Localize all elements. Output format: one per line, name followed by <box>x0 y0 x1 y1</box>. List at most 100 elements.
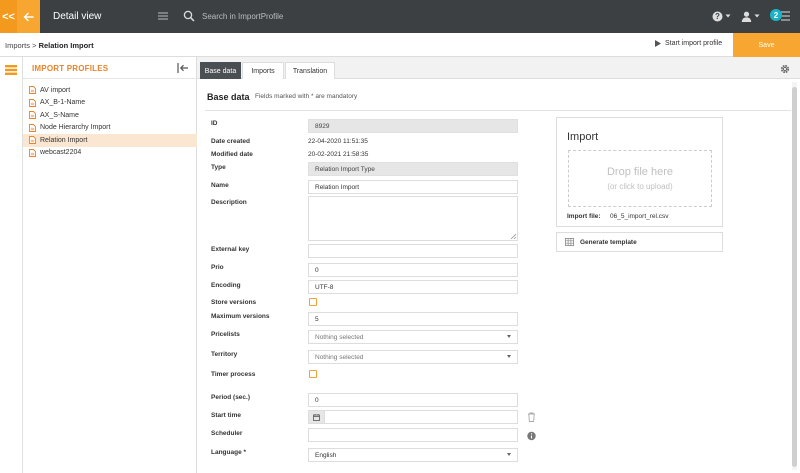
start-time-field[interactable] <box>308 410 518 424</box>
help-menu[interactable]: ? <box>712 10 732 22</box>
id-label: ID <box>211 120 218 127</box>
store-versions-checkbox[interactable] <box>309 298 317 306</box>
profile-item-ax-b-1-name[interactable]: AX_B-1-Name <box>23 97 197 110</box>
caret-down-icon <box>507 453 511 456</box>
top-bar: << Detail view ? 2 <box>0 0 800 33</box>
caret-down-icon <box>507 335 511 338</box>
chevron-down-icon <box>725 14 731 18</box>
start-import-profile-button[interactable]: Start import profile <box>655 40 722 47</box>
description-textarea[interactable] <box>308 196 518 241</box>
svg-text:?: ? <box>715 12 720 21</box>
collapse-nav-button[interactable]: << <box>0 0 17 33</box>
territory-label: Territory <box>211 351 238 358</box>
date-created-label: Date created <box>211 138 251 145</box>
scheduler-label: Scheduler <box>211 430 243 437</box>
generate-template-button[interactable]: Generate template <box>556 232 723 252</box>
timer-process-label: Timer process <box>211 371 256 378</box>
panel-heading: IMPORT PROFILES <box>32 64 109 73</box>
import-file-label: Import file: <box>567 213 601 220</box>
collapse-panel-icon[interactable] <box>177 63 189 73</box>
pricelists-label: Pricelists <box>211 331 240 338</box>
tab-translation[interactable]: Translation <box>285 62 335 79</box>
encoding-label: Encoding <box>211 282 241 289</box>
language-label: Language * <box>211 449 247 456</box>
left-rail <box>0 57 23 473</box>
timer-process-checkbox[interactable] <box>309 370 317 378</box>
breadcrumb-parent[interactable]: Imports <box>5 41 30 50</box>
search-icon[interactable] <box>183 10 195 22</box>
resize-handle-icon[interactable] <box>510 233 516 239</box>
notifications-button[interactable]: 2 <box>770 9 792 23</box>
tab-imports[interactable]: Imports <box>242 62 284 79</box>
file-icon <box>29 86 36 95</box>
description-label: Description <box>211 199 247 206</box>
section-title: Base data <box>207 92 250 102</box>
date-created-value: 22-04-2020 11:51:35 <box>308 138 368 145</box>
info-icon[interactable] <box>527 431 536 441</box>
vertical-scrollbar[interactable] <box>792 82 797 470</box>
file-icon <box>29 136 36 145</box>
profile-label: Relation Import <box>40 136 88 144</box>
caret-down-icon <box>507 355 511 358</box>
pricelists-value: Nothing selected <box>315 333 364 341</box>
file-icon <box>29 111 36 120</box>
tab-bar: Base data Imports Translation <box>197 57 800 79</box>
dropzone-sub-text: (or click to upload) <box>607 182 673 191</box>
breadcrumb: Imports > Relation Import <box>5 41 94 50</box>
start-import-label: Start import profile <box>665 40 723 47</box>
language-value: English <box>315 451 337 459</box>
pricelists-select[interactable]: Nothing selected <box>308 330 518 344</box>
id-field: 8929 <box>308 119 518 133</box>
name-field[interactable]: Relation Import <box>308 180 518 194</box>
gear-icon[interactable] <box>780 64 790 74</box>
file-dropzone[interactable]: Drop file here (or click to upload) <box>568 150 712 207</box>
grid-icon <box>565 238 574 246</box>
import-profiles-panel: IMPORT PROFILES AV import AX_B-1-Name AX… <box>23 57 197 473</box>
external-key-label: External key <box>211 246 250 253</box>
type-label: Type <box>211 164 226 171</box>
page-title: Detail view <box>53 11 102 22</box>
profile-label: AX_B-1-Name <box>40 99 86 107</box>
prio-field[interactable]: 0 <box>308 263 518 277</box>
dropzone-main-text: Drop file here <box>606 166 674 178</box>
detail-panel: Base data Imports Translation Base data … <box>197 57 800 473</box>
play-icon <box>655 40 661 47</box>
profile-list: AV import AX_B-1-Name AX_S-Name Node Hie… <box>23 84 197 159</box>
profile-label: webcast2204 <box>40 149 82 157</box>
breadcrumb-current: Relation Import <box>38 41 94 50</box>
stack-icon[interactable] <box>5 65 17 75</box>
chevron-down-icon <box>754 14 760 18</box>
hamburger-menu-icon[interactable] <box>158 11 168 21</box>
profile-item-relation-import[interactable]: Relation Import <box>23 134 197 147</box>
territory-select[interactable]: Nothing selected <box>308 350 518 364</box>
external-key-field[interactable] <box>308 244 518 258</box>
save-button[interactable]: Save <box>733 33 800 57</box>
arrow-left-icon <box>23 12 34 21</box>
generate-template-label: Generate template <box>580 238 637 246</box>
modified-date-value: 20-02-2021 21:58:35 <box>308 151 369 158</box>
period-label: Period (sec.) <box>211 394 251 401</box>
divider <box>23 78 197 79</box>
profile-item-av-import[interactable]: AV import <box>23 84 197 97</box>
max-versions-field[interactable]: 5 <box>308 312 518 326</box>
scrollbar-thumb[interactable] <box>792 87 797 467</box>
period-field[interactable]: 0 <box>308 393 518 407</box>
store-versions-label: Store versions <box>211 299 257 306</box>
profile-label: Node Hierarchy Import <box>40 124 111 132</box>
encoding-field[interactable]: UTF-8 <box>308 280 518 294</box>
tab-base-data[interactable]: Base data <box>200 62 241 79</box>
profile-item-node-hierarchy-import[interactable]: Node Hierarchy Import <box>23 122 197 135</box>
profile-label: AX_S-Name <box>40 111 79 119</box>
scheduler-field[interactable] <box>308 428 518 442</box>
date-picker-button[interactable] <box>309 411 325 423</box>
back-button[interactable] <box>17 0 40 33</box>
start-time-label: Start time <box>211 412 241 419</box>
language-select[interactable]: English <box>308 448 518 462</box>
search-input[interactable] <box>202 8 502 25</box>
user-menu[interactable] <box>741 10 763 22</box>
prio-label: Prio <box>211 264 224 271</box>
profile-label: AV import <box>40 86 71 94</box>
trash-icon[interactable] <box>527 412 536 422</box>
profile-item-webcast2204[interactable]: webcast2204 <box>23 147 197 160</box>
profile-item-ax-s-name[interactable]: AX_S-Name <box>23 109 197 122</box>
